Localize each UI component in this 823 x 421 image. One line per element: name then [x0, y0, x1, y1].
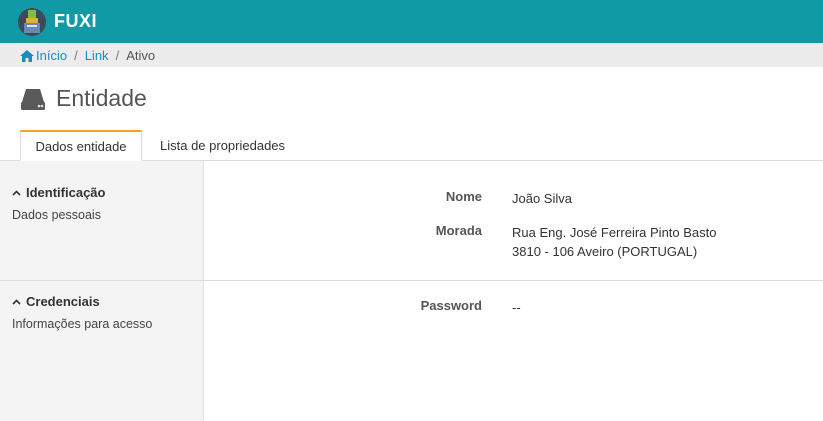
- tab-dados-entidade[interactable]: Dados entidade: [20, 130, 142, 161]
- section-title-credenciais[interactable]: Credenciais: [12, 294, 191, 309]
- breadcrumb-link[interactable]: Link: [85, 48, 109, 63]
- section-credenciais: Credenciais Informações para acesso Pass…: [0, 281, 823, 421]
- field-value: João Silva: [512, 191, 572, 206]
- section-side: Identificação Dados pessoais: [0, 161, 204, 281]
- chevron-up-icon: [12, 298, 21, 305]
- breadcrumb: Início / Link / Ativo: [0, 43, 823, 67]
- field-label: Password: [420, 298, 482, 313]
- section-title-label: Identificação: [26, 185, 106, 200]
- address-line-2: 3810 - 106 Aveiro (PORTUGAL): [512, 244, 698, 259]
- top-bar: FUXI: [0, 0, 823, 43]
- field-password: Password --: [204, 298, 521, 317]
- breadcrumb-home-label: Início: [36, 47, 68, 63]
- breadcrumb-home[interactable]: Início: [20, 48, 67, 63]
- section-title-label: Credenciais: [26, 294, 100, 309]
- tab-bar: Dados entidade Lista de propriedades: [0, 130, 823, 161]
- brand-name[interactable]: FUXI: [54, 11, 97, 32]
- section-side: Credenciais Informações para acesso: [0, 281, 204, 421]
- breadcrumb-separator: /: [115, 47, 120, 63]
- section-fields: Password --: [204, 281, 823, 421]
- field-label: Morada: [435, 223, 482, 238]
- content-sections: Identificação Dados pessoais Nome João S…: [0, 161, 823, 421]
- tab-lista-propriedades[interactable]: Lista de propriedades: [160, 130, 285, 160]
- field-morada: Morada Rua Eng. José Ferreira Pinto Bast…: [204, 223, 717, 261]
- section-title-identificacao[interactable]: Identificação: [12, 185, 191, 200]
- field-value: Rua Eng. José Ferreira Pinto Basto 3810 …: [512, 223, 717, 261]
- address-line-1: Rua Eng. José Ferreira Pinto Basto: [512, 225, 717, 240]
- breadcrumb-current: Ativo: [126, 47, 156, 63]
- section-fields: Nome João Silva Morada Rua Eng. José Fer…: [204, 161, 823, 281]
- hard-drive-icon: [21, 88, 45, 110]
- chevron-up-icon: [12, 189, 21, 196]
- field-value: --: [512, 300, 521, 315]
- breadcrumb-separator: /: [74, 47, 78, 63]
- field-nome: Nome João Silva: [204, 189, 572, 208]
- section-subtitle: Dados pessoais: [12, 208, 101, 222]
- section-identificacao: Identificação Dados pessoais Nome João S…: [0, 161, 823, 281]
- home-icon: [20, 49, 34, 62]
- page-title: Entidade: [56, 85, 147, 111]
- page-header: Entidade: [0, 67, 823, 130]
- section-subtitle: Informações para acesso: [12, 317, 153, 331]
- fuxi-logo-icon[interactable]: [18, 7, 46, 36]
- field-label: Nome: [445, 189, 482, 204]
